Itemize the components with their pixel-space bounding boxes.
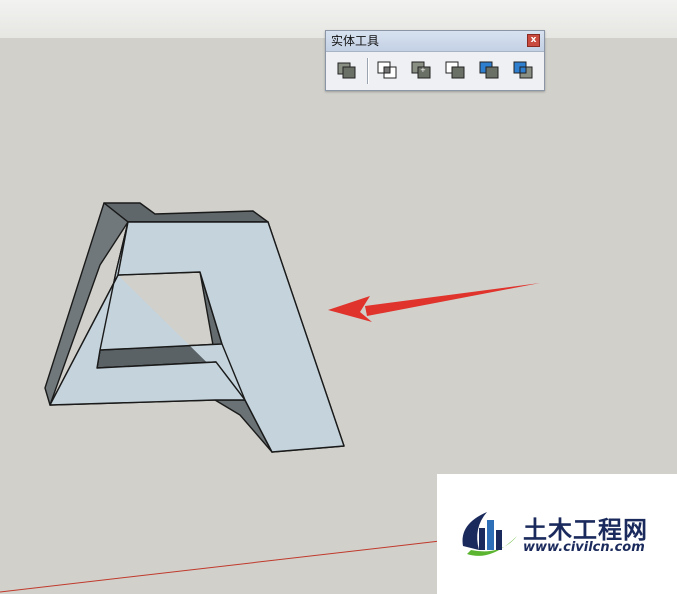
svg-text:+: + — [420, 66, 426, 74]
red-axis-line — [0, 540, 441, 593]
split-tool-icon[interactable] — [511, 57, 537, 83]
outer-shell-tool-icon[interactable] — [334, 57, 360, 83]
watermark-site-url: www.civilcn.com — [523, 540, 645, 555]
subtract-tool-icon[interactable] — [443, 57, 469, 83]
union-tool-icon[interactable]: + — [409, 57, 435, 83]
extruded-solid-model[interactable] — [44, 202, 345, 453]
solid-tools-toolbar[interactable]: 实体工具 x + — [325, 30, 545, 91]
intersect-tool-icon[interactable] — [375, 57, 401, 83]
model-side-top — [103, 202, 269, 223]
toolbar-title[interactable]: 实体工具 — [326, 31, 544, 52]
close-icon[interactable]: x — [527, 34, 540, 47]
trim-tool-icon[interactable] — [477, 57, 503, 83]
red-arrow-annotation — [328, 283, 540, 322]
toolbar-separator — [367, 58, 369, 84]
toolbar-button-row: + — [326, 52, 544, 90]
civil-logo-icon — [462, 512, 517, 556]
watermark-logo: 土木工程网 www.civilcn.com — [437, 474, 677, 594]
